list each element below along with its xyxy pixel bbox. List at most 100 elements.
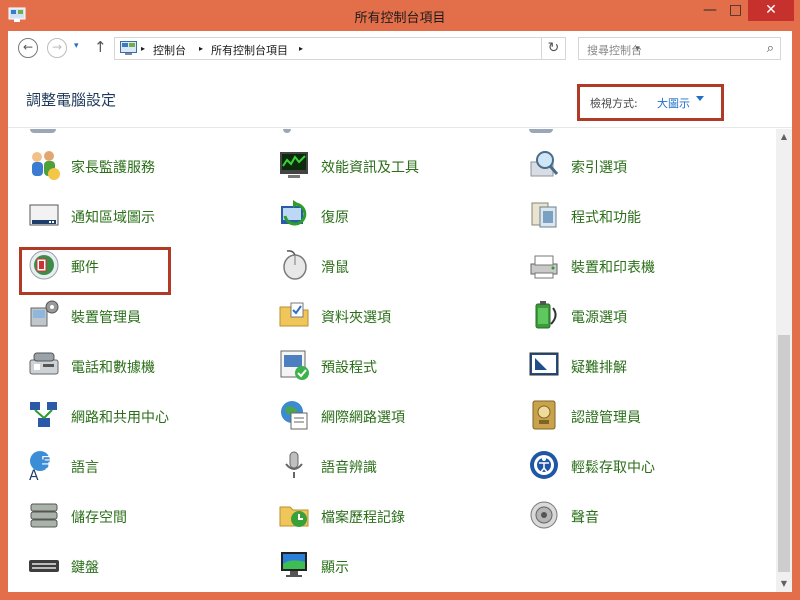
- item-label: 通知區域圖示: [71, 210, 155, 226]
- credential-icon: [532, 400, 556, 430]
- view-by-dropdown[interactable]: 大圖示: [657, 95, 690, 111]
- speech-icon: [285, 451, 303, 478]
- control-panel-item[interactable]: 電話和數據機: [27, 348, 257, 388]
- notification-icon: [29, 204, 59, 226]
- address-bar[interactable]: ▸ 控制台 ▸ 所有控制台項目 ▸ ▾: [114, 37, 640, 60]
- partial-icon: [283, 129, 291, 133]
- up-button[interactable]: ↑: [94, 38, 107, 56]
- control-panel-item[interactable]: 滑鼠: [277, 248, 507, 288]
- default-programs-icon: [280, 350, 309, 380]
- forward-button[interactable]: →: [47, 38, 67, 58]
- item-label: 索引選項: [571, 160, 627, 176]
- ease-of-access-icon: [530, 451, 558, 479]
- search-placeholder: 搜尋控制台: [587, 44, 642, 57]
- control-panel-item[interactable]: 網際網路選項: [277, 398, 507, 438]
- item-label: 網路和共用中心: [71, 410, 169, 426]
- phone-modem-icon: [29, 352, 59, 375]
- item-label: 電話和數據機: [71, 360, 155, 376]
- internet-options-icon: [281, 401, 308, 430]
- page-title: 調整電腦設定: [26, 91, 117, 109]
- control-panel-item[interactable]: 語音辨識: [277, 448, 507, 488]
- maximize-button[interactable]: □: [723, 0, 748, 21]
- breadcrumb-separator[interactable]: ▸: [299, 44, 303, 53]
- control-panel-item[interactable]: 聲音: [527, 498, 757, 538]
- item-label: 程式和功能: [571, 210, 641, 226]
- control-panel-item[interactable]: 程式和功能: [527, 198, 757, 238]
- item-label: 滑鼠: [321, 260, 349, 276]
- view-by-label: 檢視方式:: [590, 97, 638, 110]
- control-panel-item[interactable]: 鍵盤: [27, 548, 257, 588]
- control-panel-item[interactable]: 認證管理員: [527, 398, 757, 438]
- control-panel-item[interactable]: 儲存空間: [27, 498, 257, 538]
- control-panel-item[interactable]: 輕鬆存取中心: [527, 448, 757, 488]
- page-header: 調整電腦設定 檢視方式: 大圖示: [8, 68, 792, 128]
- control-panel-item[interactable]: 郵件: [27, 248, 257, 288]
- breadcrumb-control-panel[interactable]: 控制台: [153, 42, 186, 58]
- item-label: 顯示: [321, 560, 349, 576]
- control-panel-item[interactable]: 復原: [277, 198, 507, 238]
- scroll-up-button[interactable]: ▲: [776, 129, 792, 145]
- item-label: 效能資訊及工具: [321, 160, 419, 176]
- scroll-down-button[interactable]: ▼: [776, 576, 792, 592]
- performance-icon: [280, 152, 308, 178]
- item-label: 鍵盤: [71, 560, 99, 576]
- scroll-thumb[interactable]: [778, 335, 790, 572]
- control-panel-item[interactable]: 疑難排解: [527, 348, 757, 388]
- recovery-icon: [281, 200, 307, 226]
- chevron-down-icon[interactable]: [696, 96, 704, 101]
- partial-icon: [529, 129, 553, 133]
- vertical-scrollbar[interactable]: ▲ ▼: [776, 129, 792, 592]
- folder-options-icon: [279, 302, 309, 327]
- file-history-icon: [279, 506, 309, 527]
- window-title: 所有控制台項目: [354, 11, 446, 26]
- control-panel-item[interactable]: 效能資訊及工具: [277, 148, 507, 188]
- breadcrumb-separator[interactable]: ▸: [199, 44, 203, 53]
- view-by-highlight: 檢視方式: 大圖示: [577, 84, 724, 121]
- minimize-button[interactable]: —: [697, 0, 723, 21]
- power-icon: [535, 301, 557, 329]
- control-panel-item[interactable]: 網路和共用中心: [27, 398, 257, 438]
- item-label: 輕鬆存取中心: [571, 460, 655, 476]
- title-bar[interactable]: 所有控制台項目 — □ ✕: [0, 0, 800, 31]
- control-panel-item[interactable]: 電源選項: [527, 298, 757, 338]
- mouse-icon: [283, 250, 307, 280]
- item-label: 郵件: [71, 260, 99, 276]
- keyboard-icon: [29, 560, 59, 572]
- indexing-icon: [530, 151, 559, 177]
- item-label: 資料夾選項: [321, 310, 391, 326]
- control-panel-item[interactable]: 資料夾選項: [277, 298, 507, 338]
- item-label: 網際網路選項: [321, 410, 405, 426]
- control-panel-item[interactable]: 字 A 語言: [27, 448, 257, 488]
- troubleshooting-icon: [529, 352, 559, 376]
- control-panel-icon: [120, 41, 137, 55]
- recent-pages-icon[interactable]: ▾: [74, 41, 79, 51]
- control-panel-item[interactable]: 通知區域圖示: [27, 198, 257, 238]
- breadcrumb-separator[interactable]: ▸: [141, 44, 145, 53]
- item-label: 家長監護服務: [71, 160, 155, 176]
- control-panel-item[interactable]: 裝置和印表機: [527, 248, 757, 288]
- item-label: 復原: [321, 210, 349, 226]
- close-button[interactable]: ✕: [748, 0, 794, 21]
- refresh-button[interactable]: ↻: [542, 37, 566, 60]
- search-box[interactable]: 搜尋控制台 ⌕: [578, 37, 781, 60]
- control-panel-item[interactable]: 家長監護服務: [27, 148, 257, 188]
- control-panel-item[interactable]: 預設程式: [277, 348, 507, 388]
- language-icon: 字A: [29, 451, 57, 482]
- back-button[interactable]: ←: [18, 38, 38, 58]
- item-label: 預設程式: [321, 360, 377, 376]
- item-label: 儲存空間: [71, 510, 127, 526]
- item-label: 聲音: [571, 510, 599, 526]
- control-panel-item[interactable]: 顯示: [277, 548, 507, 588]
- item-label: 認證管理員: [571, 410, 641, 426]
- control-panel-item[interactable]: 裝置管理員: [27, 298, 257, 338]
- family-safety-icon: [32, 151, 60, 180]
- breadcrumb-all-items[interactable]: 所有控制台項目: [211, 42, 288, 58]
- partial-icon: [30, 129, 56, 133]
- client-area: ← → ▾ ↑ ▸ 控制台 ▸ 所有控制台項目 ▸ ▾ ↻ 搜尋控制台 ⌕ 調整…: [8, 31, 792, 592]
- search-icon[interactable]: ⌕: [767, 41, 774, 56]
- control-panel-item[interactable]: 索引選項: [527, 148, 757, 188]
- control-panel-item[interactable]: 檔案歷程記錄: [277, 498, 507, 538]
- device-manager-icon: [30, 300, 59, 327]
- item-label: 疑難排解: [571, 360, 627, 376]
- storage-spaces-icon: [30, 503, 58, 528]
